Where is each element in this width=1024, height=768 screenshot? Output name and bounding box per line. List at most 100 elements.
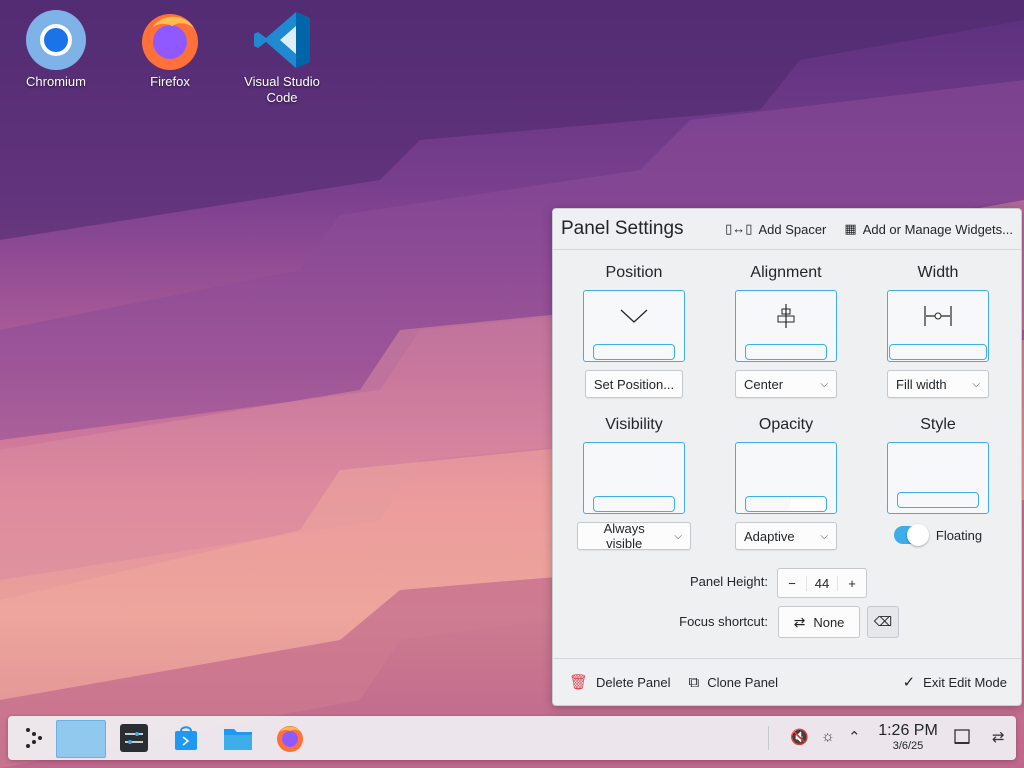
chevron-down-icon: ⌵ xyxy=(820,378,828,390)
panel-settings-dialog: Panel Settings ▯↔▯ Add Spacer ▦ Add or M… xyxy=(552,208,1022,706)
width-title: Width xyxy=(917,264,959,281)
preview-panel-bar xyxy=(745,344,827,360)
delete-panel-button[interactable]: 🗑 Delete Panel xyxy=(569,673,671,691)
align-center-icon xyxy=(777,304,795,328)
increase-button[interactable]: + xyxy=(838,576,866,591)
exit-edit-mode-button[interactable]: ✓ Exit Edit Mode xyxy=(903,673,1007,691)
floating-label: Floating xyxy=(935,527,983,543)
set-position-label: Set Position... xyxy=(593,376,675,392)
desktop-icon-chromium[interactable]: Chromium xyxy=(10,8,102,90)
checkmark-icon: ✓ xyxy=(902,674,916,691)
desktop-icon-label: Visual Studio Code xyxy=(244,74,320,105)
width-select[interactable]: Fill width ⌵ xyxy=(887,370,989,398)
chevron-down-icon xyxy=(620,309,648,323)
toggle-knob xyxy=(906,524,929,546)
position-title: Position xyxy=(605,264,663,281)
clock-date: 3/6/25 xyxy=(892,740,924,752)
preview-panel-bar xyxy=(745,496,827,512)
style-preview[interactable] xyxy=(887,442,989,514)
chevron-down-icon: ⌵ xyxy=(820,530,828,542)
floating-toggle-row[interactable]: Floating xyxy=(893,524,983,546)
application-launcher-button[interactable] xyxy=(18,722,50,754)
shortcut-config-icon: ⇄ xyxy=(793,613,806,630)
digital-clock[interactable]: 1:26 PM 3/6/25 xyxy=(872,722,944,753)
width-section: Width Fill width ⌵ xyxy=(868,264,1008,398)
opacity-preview[interactable] xyxy=(735,442,837,514)
desktop-icon-label: Chromium xyxy=(26,74,86,89)
panel-settings-title: Panel Settings xyxy=(561,218,684,239)
trash-icon: 🗑 xyxy=(569,674,589,691)
position-section: Position Set Position... xyxy=(564,264,704,398)
visibility-section: Visibility Always visible ⌵ xyxy=(564,416,704,551)
clear-shortcut-button[interactable]: ⌫ xyxy=(867,606,899,638)
widgets-icon: ▦ xyxy=(844,221,857,236)
visibility-select[interactable]: Always visible ⌵ xyxy=(577,521,691,551)
virtual-desktop-pager[interactable] xyxy=(56,720,106,758)
settings-sliders-icon xyxy=(120,724,148,752)
volume-muted-icon[interactable]: 🔇 xyxy=(790,728,809,746)
fill-width-icon xyxy=(924,306,952,326)
desktop-icon-firefox[interactable]: Firefox xyxy=(124,8,216,90)
chromium-icon xyxy=(24,8,88,72)
opacity-select[interactable]: Adaptive ⌵ xyxy=(735,522,837,550)
chevron-down-icon: ⌵ xyxy=(972,378,980,390)
launcher-icon xyxy=(26,728,42,748)
preview-panel-bar xyxy=(593,496,675,512)
panel-height-value[interactable]: 44 xyxy=(806,575,838,591)
style-section: Style Floating xyxy=(868,416,1008,549)
chevron-down-icon: ⌵ xyxy=(674,530,682,542)
firefox-icon xyxy=(138,8,202,72)
discover-store-icon xyxy=(175,726,197,750)
taskbar: 🔇 ☼ ⌃ 1:26 PM 3/6/25 ⇄ xyxy=(8,716,1016,760)
clone-icon: ⧉ xyxy=(688,673,700,691)
set-position-button[interactable]: Set Position... xyxy=(584,370,684,398)
clone-panel-button[interactable]: ⧉ Clone Panel xyxy=(689,674,779,691)
add-spacer-label: Add Spacer xyxy=(758,221,827,237)
spacer-icon: ▯↔▯ xyxy=(725,221,753,236)
add-widgets-button[interactable]: ▦ Add or Manage Widgets... xyxy=(844,221,1013,237)
add-spacer-button[interactable]: ▯↔▯ Add Spacer xyxy=(725,221,826,237)
alignment-select[interactable]: Center ⌵ xyxy=(735,370,837,398)
desktop-icon-label: Firefox xyxy=(150,74,190,89)
taskbar-firefox[interactable] xyxy=(274,722,306,754)
visibility-preview[interactable] xyxy=(583,442,685,514)
add-widgets-label: Add or Manage Widgets... xyxy=(862,221,1013,237)
panel-configure-icon[interactable]: ⇄ xyxy=(992,728,1005,746)
taskbar-discover[interactable] xyxy=(170,722,202,754)
vscode-icon xyxy=(250,8,314,72)
backspace-icon: ⌫ xyxy=(873,614,893,629)
preview-panel-bar xyxy=(889,344,987,360)
focus-shortcut-label: Focus shortcut: xyxy=(679,614,768,629)
width-preview[interactable] xyxy=(887,290,989,362)
opacity-section: Opacity Adaptive ⌵ xyxy=(716,416,856,550)
show-desktop-icon[interactable] xyxy=(954,729,970,749)
floating-toggle[interactable] xyxy=(893,524,929,546)
chevron-up-icon[interactable]: ⌃ xyxy=(848,728,861,746)
alignment-preview[interactable] xyxy=(735,290,837,362)
taskbar-separator xyxy=(768,726,769,750)
preview-panel-bar xyxy=(593,344,675,360)
brightness-icon[interactable]: ☼ xyxy=(821,728,835,745)
taskbar-file-manager[interactable] xyxy=(222,722,254,754)
decrease-button[interactable]: − xyxy=(778,576,806,591)
panel-settings-footer: 🗑 Delete Panel ⧉ Clone Panel ✓ Exit Edit… xyxy=(553,658,1021,705)
visibility-value: Always visible xyxy=(603,521,645,551)
folder-icon xyxy=(224,729,252,750)
opacity-title: Opacity xyxy=(758,416,814,433)
style-title: Style xyxy=(920,416,956,433)
alignment-title: Alignment xyxy=(750,264,822,281)
alignment-section: Alignment Center ⌵ xyxy=(716,264,856,398)
exit-edit-mode-label: Exit Edit Mode xyxy=(923,674,1007,690)
visibility-title: Visibility xyxy=(605,416,663,433)
focus-shortcut-button[interactable]: ⇄ None xyxy=(778,606,860,638)
panel-settings-header: Panel Settings ▯↔▯ Add Spacer ▦ Add or M… xyxy=(553,209,1021,250)
preview-panel-bar xyxy=(897,492,979,508)
clock-time: 1:26 PM xyxy=(878,722,938,739)
taskbar-system-settings[interactable] xyxy=(118,722,150,754)
desktop-icon-vscode[interactable]: Visual Studio Code xyxy=(236,8,328,106)
clone-panel-label: Clone Panel xyxy=(707,674,779,690)
alignment-value: Center xyxy=(744,376,784,392)
opacity-value: Adaptive xyxy=(744,528,795,544)
panel-height-spinbox[interactable]: − 44 + xyxy=(777,568,867,598)
position-preview[interactable] xyxy=(583,290,685,362)
